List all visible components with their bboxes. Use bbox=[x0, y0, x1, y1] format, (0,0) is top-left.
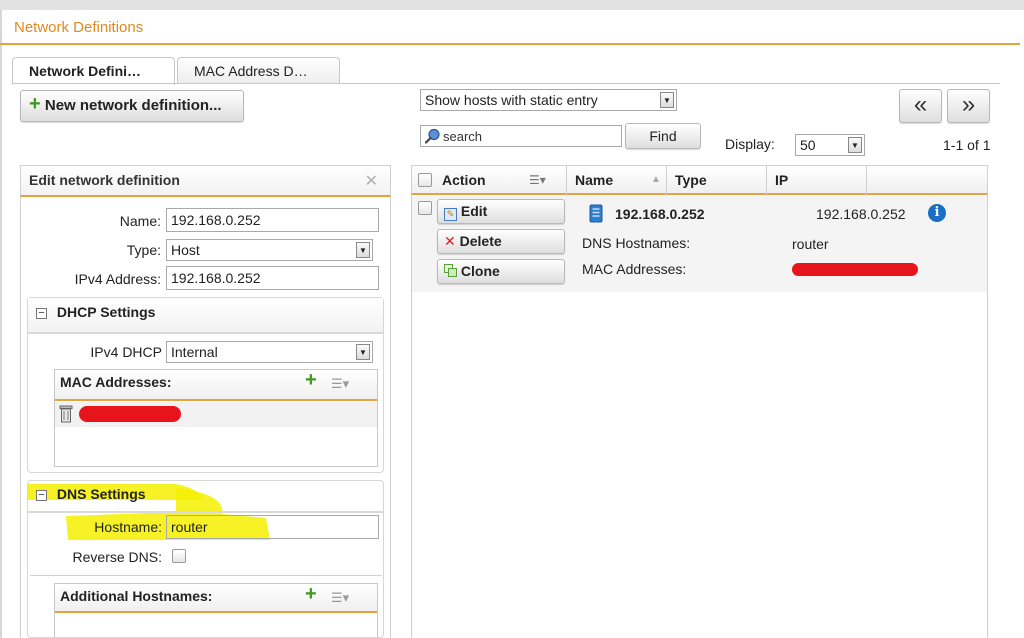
column-menu-icon[interactable]: ☰▾ bbox=[529, 173, 546, 187]
reverse-dns-label: Reverse DNS: bbox=[72, 549, 162, 565]
type-label: Type: bbox=[126, 242, 161, 258]
paging-info: 1-1 of 1 bbox=[943, 137, 991, 153]
dropdown-arrow-icon: ▼ bbox=[848, 137, 862, 153]
select-all-checkbox[interactable] bbox=[418, 173, 432, 187]
left-edge-border bbox=[0, 10, 2, 638]
name-label: Name: bbox=[119, 213, 161, 229]
hostname-label: Hostname: bbox=[94, 519, 162, 535]
new-network-definition-button[interactable]: + New network definition... bbox=[20, 90, 244, 122]
redacted-mac-value bbox=[79, 406, 181, 422]
edit-panel-header: Edit network definition ✕ bbox=[20, 165, 391, 197]
hostname-input[interactable]: router bbox=[166, 515, 379, 539]
info-icon[interactable]: i bbox=[928, 204, 946, 222]
find-button[interactable]: Find bbox=[625, 123, 701, 149]
double-chevron-right-icon: » bbox=[961, 91, 976, 118]
mac-addresses-header: MAC Addresses: + ☰▾ bbox=[55, 369, 377, 401]
row-checkbox[interactable] bbox=[418, 201, 432, 215]
grid-header: Action ☰▾ Name ▲ Type IP bbox=[411, 165, 988, 196]
name-input[interactable]: 192.168.0.252 bbox=[166, 208, 379, 232]
close-icon[interactable]: ✕ bbox=[365, 171, 378, 191]
grid-header-type[interactable]: Type bbox=[667, 166, 767, 196]
tab-network-definitions[interactable]: Network Defini… bbox=[12, 57, 175, 85]
dropdown-arrow-icon: ▼ bbox=[356, 242, 370, 258]
row-name[interactable]: 192.168.0.252 bbox=[615, 206, 705, 222]
dhcp-settings-header[interactable]: − DHCP Settings bbox=[28, 298, 383, 334]
grid-header-ip[interactable]: IP bbox=[767, 166, 867, 196]
dns-settings-title: DNS Settings bbox=[56, 486, 146, 502]
add-mac-icon[interactable]: + bbox=[305, 369, 317, 392]
mac-addresses-title: MAC Addresses: bbox=[60, 374, 172, 390]
collapse-icon: − bbox=[36, 307, 47, 319]
list-menu-icon[interactable]: ☰▾ bbox=[331, 590, 349, 606]
add-hostname-icon[interactable]: + bbox=[305, 583, 317, 606]
tab-mac-address-definitions[interactable]: MAC Address D… bbox=[177, 57, 340, 84]
collapse-icon: − bbox=[36, 489, 47, 501]
dns-settings-header[interactable]: − DNS Settings bbox=[28, 481, 383, 513]
display-count-value: 50 bbox=[800, 137, 816, 153]
host-filter-value: Show hosts with static entry bbox=[425, 92, 598, 108]
ipv4-dhcp-value: Internal bbox=[171, 344, 218, 360]
clone-button-label: Clone bbox=[460, 263, 500, 279]
display-label: Display: bbox=[725, 136, 775, 152]
edit-button[interactable]: ✎ Edit bbox=[437, 199, 565, 224]
clone-icon bbox=[444, 264, 457, 277]
title-underline bbox=[0, 43, 1020, 45]
additional-hostnames-header: Additional Hostnames: + ☰▾ bbox=[55, 583, 377, 613]
dns-hostnames-label: DNS Hostnames: bbox=[582, 235, 691, 251]
name-header-label: Name bbox=[575, 172, 614, 188]
double-chevron-left-icon: « bbox=[913, 91, 928, 118]
tab-divider bbox=[12, 83, 1000, 84]
page-title: Network Definitions bbox=[14, 19, 144, 36]
new-network-definition-label: New network definition... bbox=[44, 97, 222, 114]
ipv4-address-input[interactable]: 192.168.0.252 bbox=[166, 266, 379, 290]
grid-header-name[interactable]: Name ▲ bbox=[567, 166, 667, 196]
mac-address-row bbox=[55, 402, 377, 427]
host-filter-select[interactable]: Show hosts with static entry ▼ bbox=[420, 89, 677, 111]
sort-ascending-icon: ▲ bbox=[651, 174, 661, 185]
ipv4-dhcp-label: IPv4 DHCP bbox=[90, 344, 162, 360]
mac-addresses-label: MAC Addresses: bbox=[582, 261, 687, 277]
ipv4-address-label: IPv4 Address: bbox=[74, 271, 161, 287]
next-page-button[interactable]: » bbox=[947, 89, 990, 123]
edit-button-label: Edit bbox=[460, 203, 488, 219]
redacted-mac-value bbox=[792, 263, 918, 276]
delete-button-label: Delete bbox=[459, 233, 502, 249]
dropdown-arrow-icon: ▼ bbox=[660, 92, 674, 108]
trash-icon[interactable] bbox=[59, 405, 73, 423]
plus-icon: + bbox=[29, 93, 41, 115]
search-placeholder: search bbox=[443, 129, 483, 144]
delete-button[interactable]: ✕ Delete bbox=[437, 229, 565, 254]
dropdown-arrow-icon: ▼ bbox=[356, 344, 370, 360]
clone-button[interactable]: Clone bbox=[437, 259, 565, 284]
dns-divider bbox=[30, 575, 382, 576]
type-value: Host bbox=[171, 242, 200, 258]
dns-hostnames-value: router bbox=[792, 236, 829, 252]
type-select[interactable]: Host ▼ bbox=[166, 239, 373, 261]
additional-hostnames-title: Additional Hostnames: bbox=[60, 588, 213, 604]
previous-page-button[interactable]: « bbox=[899, 89, 942, 123]
reverse-dns-checkbox[interactable] bbox=[172, 549, 186, 563]
search-icon bbox=[424, 128, 440, 144]
ipv4-dhcp-select[interactable]: Internal ▼ bbox=[166, 341, 373, 363]
list-menu-icon[interactable]: ☰▾ bbox=[331, 376, 349, 392]
delete-icon: ✕ bbox=[444, 233, 456, 249]
action-header-label: Action bbox=[442, 172, 486, 188]
display-count-select[interactable]: 50 ▼ bbox=[795, 134, 865, 156]
row-ip: 192.168.0.252 bbox=[816, 206, 906, 222]
edit-panel-title: Edit network definition bbox=[29, 172, 180, 188]
grid-header-action: Action ☰▾ bbox=[412, 166, 567, 196]
edit-icon: ✎ bbox=[444, 208, 457, 221]
window-top-bar bbox=[0, 0, 1024, 10]
dhcp-settings-title: DHCP Settings bbox=[56, 304, 156, 320]
host-icon bbox=[589, 204, 603, 223]
search-input[interactable]: search bbox=[420, 125, 622, 147]
